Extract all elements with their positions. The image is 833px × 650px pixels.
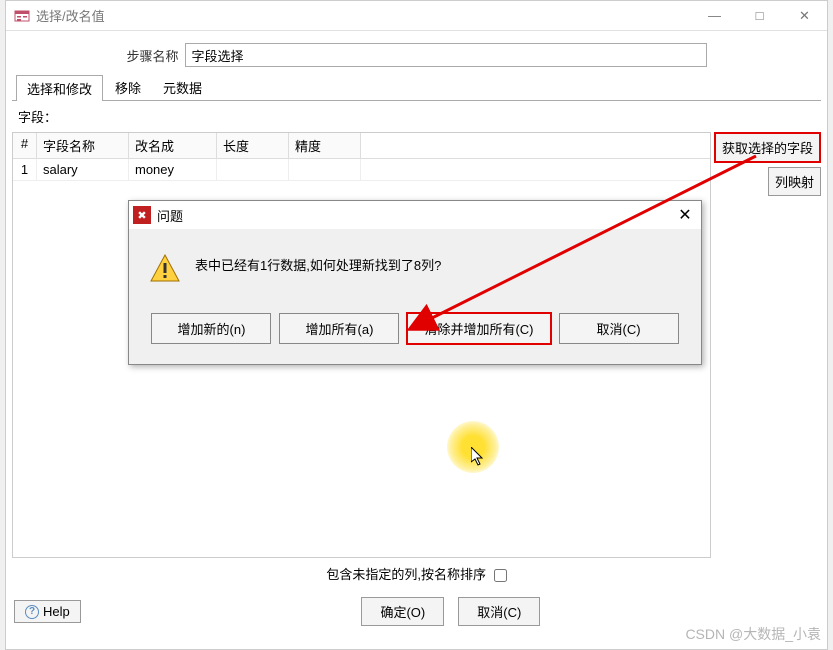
dialog-body: 表中已经有1行数据,如何处理新找到了8列? xyxy=(129,229,701,301)
maximize-button[interactable]: □ xyxy=(737,1,782,31)
dialog-buttons: 增加新的(n) 增加所有(a) 清除并增加所有(C) 取消(C) xyxy=(129,301,701,364)
column-mapping-button[interactable]: 列映射 xyxy=(768,167,821,196)
tab-select-modify[interactable]: 选择和修改 xyxy=(16,75,103,101)
checkbox-row: 包含未指定的列,按名称排序 xyxy=(6,558,827,589)
cell-precision[interactable] xyxy=(289,159,361,180)
cell-num: 1 xyxy=(13,159,37,180)
dialog-titlebar: ✖ 问题 ✕ xyxy=(129,201,701,229)
dialog-message: 表中已经有1行数据,如何处理新找到了8列? xyxy=(195,253,441,274)
include-unspecified-checkbox[interactable] xyxy=(494,569,507,582)
col-length: 长度 xyxy=(217,133,289,158)
close-button[interactable]: ✕ xyxy=(782,1,827,31)
col-hash: # xyxy=(13,133,37,158)
warning-icon xyxy=(149,253,181,285)
add-all-button[interactable]: 增加所有(a) xyxy=(279,313,399,344)
minimize-button[interactable]: — xyxy=(692,1,737,31)
col-precision: 精度 xyxy=(289,133,361,158)
checkbox-label: 包含未指定的列,按名称排序 xyxy=(326,567,486,582)
col-field-name: 字段名称 xyxy=(37,133,129,158)
titlebar: 选择/改名值 — □ ✕ xyxy=(6,1,827,31)
cell-name[interactable]: salary xyxy=(37,159,129,180)
tab-remove[interactable]: 移除 xyxy=(105,75,151,101)
table-row[interactable]: 1 salary money xyxy=(13,159,710,181)
add-new-button[interactable]: 增加新的(n) xyxy=(151,313,271,344)
table-header: # 字段名称 改名成 长度 精度 xyxy=(13,133,710,159)
dialog-cancel-button[interactable]: 取消(C) xyxy=(559,313,679,344)
cell-rename[interactable]: money xyxy=(129,159,217,180)
dialog-close-button[interactable]: ✕ xyxy=(673,204,697,226)
fields-label: 字段： xyxy=(6,101,827,132)
step-name-label: 步骤名称 xyxy=(126,46,178,65)
help-label: Help xyxy=(43,604,70,619)
dialog-title: 问题 xyxy=(157,206,673,225)
app-icon xyxy=(14,8,30,24)
help-icon: ? xyxy=(25,605,39,619)
watermark: CSDN @大数据_小袁 xyxy=(685,624,821,644)
clear-and-add-all-button[interactable]: 清除并增加所有(C) xyxy=(407,313,550,344)
cell-length[interactable] xyxy=(217,159,289,180)
ok-button[interactable]: 确定(O) xyxy=(361,597,444,626)
step-name-row: 步骤名称 xyxy=(6,31,827,75)
help-button[interactable]: ? Help xyxy=(14,600,81,623)
question-dialog: ✖ 问题 ✕ 表中已经有1行数据,如何处理新找到了8列? 增加新的(n) 增加所… xyxy=(128,200,702,365)
col-rename: 改名成 xyxy=(129,133,217,158)
window-title: 选择/改名值 xyxy=(36,6,692,25)
cursor-icon xyxy=(471,447,487,472)
window-controls: — □ ✕ xyxy=(692,1,827,31)
step-name-input[interactable] xyxy=(185,43,707,67)
tab-metadata[interactable]: 元数据 xyxy=(153,75,212,101)
get-selected-fields-button[interactable]: 获取选择的字段 xyxy=(714,132,821,163)
cancel-button[interactable]: 取消(C) xyxy=(458,597,540,626)
side-buttons: 获取选择的字段 列映射 xyxy=(714,132,821,558)
dialog-icon: ✖ xyxy=(133,206,151,224)
tabs: 选择和修改 移除 元数据 xyxy=(6,75,827,101)
